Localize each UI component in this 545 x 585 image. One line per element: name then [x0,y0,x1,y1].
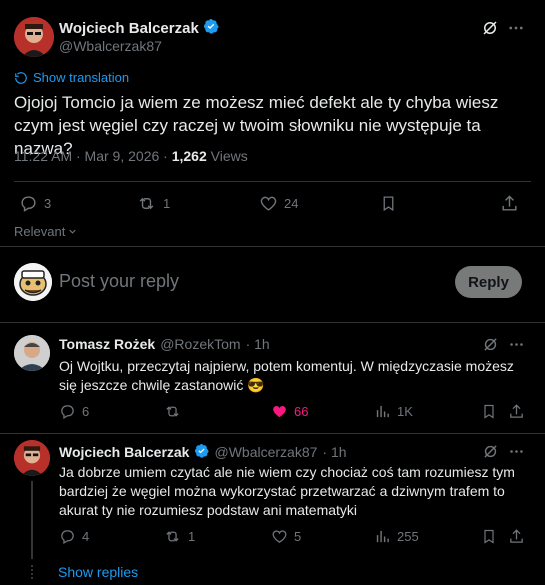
analytics-icon [374,528,391,545]
like-action[interactable]: 24 [259,194,298,213]
tweet-meta: 11:22 AM · Mar 9, 2026 · 1,262 Views [14,148,248,164]
grok-icon[interactable] [482,336,499,353]
views-count: 1K [397,404,413,419]
more-options-icon[interactable] [508,443,525,460]
divider [0,433,545,434]
show-translation-label: Show translation [33,70,130,85]
views-label: Views [206,148,248,164]
translate-icon [14,71,28,85]
grok-icon[interactable] [481,19,499,37]
author-name[interactable]: Wojciech Balcerzak [59,20,199,37]
like-count: 66 [294,404,309,419]
tweet-timestamp[interactable]: 11:22 AM · Mar 9, 2026 · [14,148,172,164]
bookmark-icon[interactable] [481,528,497,545]
share-icon[interactable] [508,403,525,420]
divider [14,181,531,182]
retweet-action[interactable]: 1 [163,528,195,545]
retweet-count: 1 [163,196,171,211]
retweet-icon [136,194,157,213]
reply-action[interactable]: 4 [59,528,89,545]
retweet-count: 1 [188,529,196,544]
heart-icon [271,528,288,545]
more-options-icon[interactable] [507,19,525,37]
reply-icon [19,194,38,213]
bookmark-icon[interactable] [380,194,397,213]
reply-text: Ja dobrze umiem czytać ale nie wiem czy … [59,464,515,518]
reply-button[interactable]: Reply [455,266,522,298]
heart-icon [259,194,278,213]
sort-label: Relevant [14,224,66,239]
reply-composer-input[interactable]: Post your reply [59,271,179,292]
reply-action[interactable]: 6 [59,403,89,420]
retweet-icon [163,403,182,420]
views-count: 1,262 [171,148,207,164]
reply-time[interactable]: · 1h [322,444,346,460]
grok-icon[interactable] [482,443,499,460]
views-count: 255 [397,529,419,544]
reply-icon [59,403,76,420]
like-count: 24 [284,196,299,211]
like-count: 5 [294,529,302,544]
like-action[interactable]: 66 [271,403,308,420]
retweet-action[interactable]: 1 [136,194,170,213]
reply-count: 4 [82,529,90,544]
retweet-action[interactable] [163,403,188,420]
verified-badge-icon [194,443,210,461]
reply-author-handle[interactable]: @Wbalcerzak87 [214,444,317,460]
author-handle[interactable]: @Wbalcerzak87 [59,38,162,54]
more-options-icon[interactable] [508,336,525,353]
views-action[interactable]: 255 [374,528,419,545]
show-translation-link[interactable]: Show translation [14,70,129,85]
heart-filled-icon [271,403,288,420]
retweet-icon [163,528,182,545]
thread-dots [31,565,33,579]
like-action[interactable]: 5 [271,528,301,545]
divider [0,322,545,323]
current-user-avatar[interactable] [14,263,52,301]
verified-badge-icon [203,18,219,39]
reply-text: Oj Wojtku, przeczytaj najpierw, potem ko… [59,358,514,393]
reply-avatar[interactable] [14,335,50,371]
reply-time[interactable]: · 1h [246,336,270,352]
reply-icon [59,528,76,545]
reply-count: 6 [82,404,90,419]
reply-avatar[interactable] [14,440,50,476]
thread-line [31,481,33,559]
reply-action[interactable]: 3 [19,194,51,213]
bookmark-icon[interactable] [481,403,497,420]
share-icon[interactable] [508,528,525,545]
divider [0,246,545,247]
reply-author-name[interactable]: Tomasz Rożek [59,336,155,352]
sort-dropdown[interactable]: Relevant [14,224,78,239]
chevron-down-icon [67,226,78,237]
share-icon[interactable] [500,194,519,213]
author-avatar[interactable] [14,17,54,57]
show-replies-link[interactable]: Show replies [58,564,138,580]
reply-count: 3 [44,196,52,211]
views-action[interactable]: 1K [374,403,413,420]
reply-author-handle[interactable]: @RozekTom [160,336,240,352]
analytics-icon [374,403,391,420]
reply-author-name[interactable]: Wojciech Balcerzak [59,444,189,460]
